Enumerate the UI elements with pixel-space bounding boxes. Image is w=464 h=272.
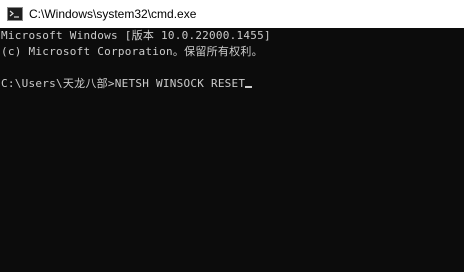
command-text: C:\Users\天龙八部>NETSH WINSOCK RESET bbox=[1, 77, 246, 90]
cmd-icon bbox=[7, 7, 23, 21]
title-bar[interactable]: C:\Windows\system32\cmd.exe bbox=[0, 0, 464, 28]
window-title: C:\Windows\system32\cmd.exe bbox=[29, 7, 197, 21]
console-line: Microsoft Windows [版本 10.0.22000.1455] bbox=[1, 29, 271, 42]
command-prompt-line[interactable]: C:\Users\天龙八部>NETSH WINSOCK RESET bbox=[1, 76, 464, 92]
console-output[interactable]: Microsoft Windows [版本 10.0.22000.1455] (… bbox=[0, 28, 464, 272]
console-line: (c) Microsoft Corporation。保留所有权利。 bbox=[1, 45, 263, 58]
text-cursor bbox=[245, 86, 253, 88]
cmd-window: C:\Windows\system32\cmd.exe Microsoft Wi… bbox=[0, 0, 464, 272]
